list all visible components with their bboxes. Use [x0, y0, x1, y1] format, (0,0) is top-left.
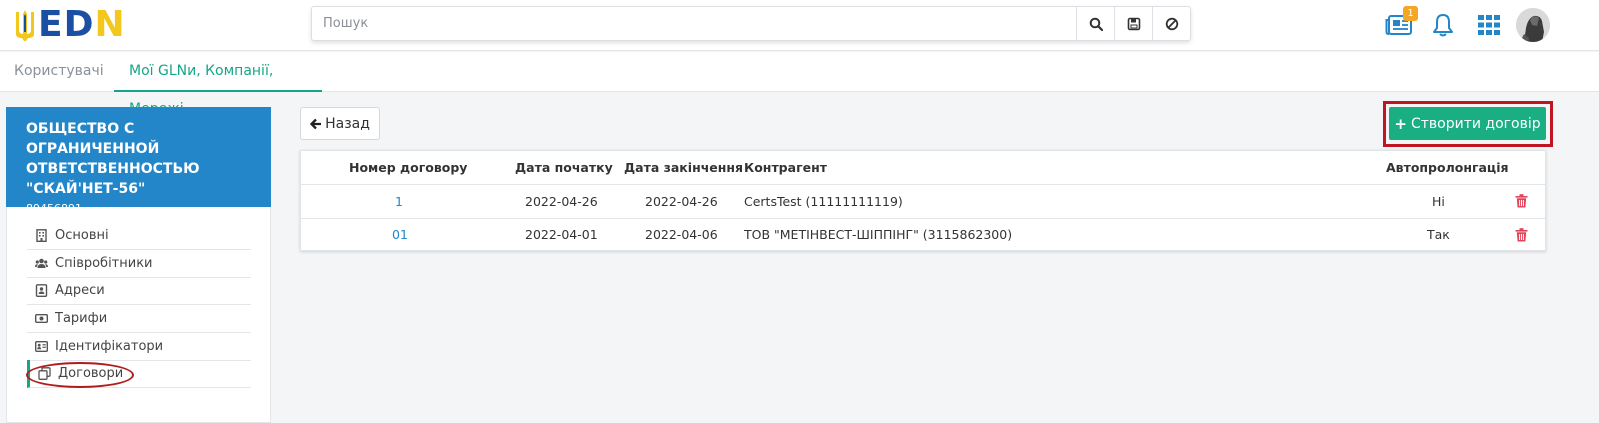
search-button[interactable] — [1076, 7, 1114, 40]
sidebar-item-label: Тарифи — [55, 311, 108, 326]
money-icon — [35, 314, 48, 323]
plus-icon: + — [1394, 114, 1407, 133]
company-card: ОБЩЕСТВО С ОГРАНИЧЕННОЙ ОТВЕТСТВЕННОСТЬЮ… — [6, 107, 271, 215]
grid-icon — [1478, 15, 1500, 35]
sidebar-item-tariffs[interactable]: Тарифи — [27, 305, 251, 333]
arrow-left-icon — [310, 118, 322, 129]
create-contract-label: Створити договір — [1410, 115, 1541, 132]
tab-bar: Користувачі Мої GLNи, Компанії, Мережі — [0, 52, 1599, 117]
contracts-highlight-oval — [26, 362, 134, 388]
sidebar-item-addresses[interactable]: Адреси — [27, 277, 251, 305]
sidebar-item-label: Ідентифікатори — [55, 339, 164, 354]
clear-search-button[interactable] — [1152, 7, 1190, 40]
company-name: ОБЩЕСТВО С ОГРАНИЧЕННОЙ ОТВЕТСТВЕННОСТЬЮ… — [26, 121, 200, 197]
user-avatar[interactable] — [1516, 8, 1550, 42]
column-header-start-date[interactable]: Дата початку — [515, 151, 613, 184]
contract-auto-renewal: Так — [1427, 227, 1450, 242]
trash-icon[interactable] — [1515, 194, 1528, 208]
contract-start-date: 2022-04-26 — [525, 194, 598, 209]
save-search-button[interactable] — [1114, 7, 1152, 40]
users-icon — [35, 258, 48, 268]
avatar-image — [1516, 8, 1550, 42]
back-button-label: Назад — [325, 115, 370, 132]
logo-text-n: N — [94, 4, 126, 45]
notification-count-badge: 1 — [1403, 6, 1418, 21]
contract-counterparty: CertsTest (11111111119) — [744, 194, 903, 209]
column-header-counterparty[interactable]: Контрагент — [744, 151, 827, 184]
contracts-table: Номер договору Дата початку Дата закінче… — [300, 150, 1546, 251]
contract-number-link[interactable]: 1 — [395, 185, 403, 218]
sidebar-item-label: Співробітники — [55, 256, 153, 271]
column-header-auto-renewal[interactable]: Автопролонгація — [1386, 151, 1509, 184]
notifications-button[interactable] — [1430, 8, 1456, 42]
sidebar-item-identifiers[interactable]: Ідентифікатори — [27, 333, 251, 361]
contract-number-link[interactable]: 01 — [392, 218, 408, 251]
contract-auto-renewal: Ні — [1432, 194, 1445, 209]
tab-my-glns[interactable]: Мої GLNи, Компанії, Мережі — [114, 52, 322, 117]
tab-users[interactable]: Користувачі — [14, 52, 104, 92]
trident-icon — [16, 10, 34, 41]
contract-end-date: 2022-04-06 — [645, 227, 718, 242]
search-input[interactable] — [312, 7, 1076, 40]
logo-text-ed: ED — [38, 4, 95, 45]
edin-logo[interactable]: EDN — [14, 7, 126, 43]
column-header-end-date[interactable]: Дата закінчення — [624, 151, 743, 184]
building-icon — [36, 229, 47, 242]
id-card-icon — [35, 341, 48, 352]
contract-counterparty: ТОВ "МЕТІНВЕСТ-ШІППІНГ" (3115862300) — [744, 227, 1013, 242]
search-bar — [311, 6, 1191, 41]
ban-icon — [1165, 17, 1178, 30]
back-button[interactable]: Назад — [300, 107, 380, 140]
contract-end-date: 2022-04-26 — [645, 194, 718, 209]
top-header: EDN 1 — [0, 0, 1599, 51]
apps-menu-button[interactable] — [1476, 8, 1502, 42]
create-contract-button[interactable]: + Створити договір — [1389, 107, 1546, 140]
bell-icon — [1433, 14, 1453, 37]
save-icon — [1127, 17, 1140, 30]
sidebar-item-label: Адреси — [55, 283, 105, 298]
sidebar-item-employees[interactable]: Співробітники — [27, 250, 251, 278]
column-header-number[interactable]: Номер договору — [349, 151, 467, 184]
address-book-icon — [35, 284, 48, 297]
sidebar-item-label: Основні — [55, 228, 109, 243]
trash-icon[interactable] — [1515, 228, 1528, 242]
search-icon — [1089, 17, 1103, 31]
sidebar-menu: Основні Співробітники Адреси Тарифи Іден… — [6, 207, 271, 423]
row-divider — [301, 184, 1545, 185]
contract-start-date: 2022-04-01 — [525, 227, 598, 242]
sidebar-item-basic[interactable]: Основні — [27, 222, 251, 250]
